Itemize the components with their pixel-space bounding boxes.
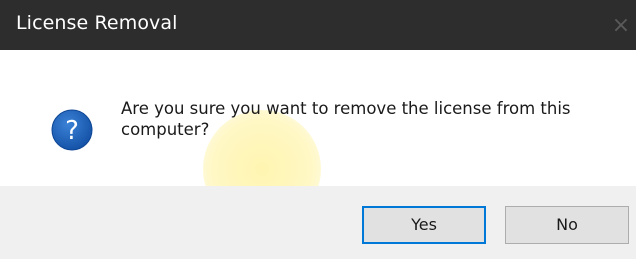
yes-button[interactable]: Yes xyxy=(362,206,486,244)
dialog-content: ? Are you sure you want to remove the li… xyxy=(0,50,636,228)
question-icon: ? xyxy=(51,109,93,151)
close-icon[interactable]: × xyxy=(608,13,634,39)
license-removal-dialog: License Removal × ? Are you sure you wan… xyxy=(0,0,636,259)
confirmation-message: Are you sure you want to remove the lice… xyxy=(121,99,571,139)
button-bar: Yes No xyxy=(0,186,636,259)
window-title: License Removal xyxy=(16,12,178,34)
no-button[interactable]: No xyxy=(505,206,629,244)
title-bar[interactable]: License Removal × xyxy=(0,0,636,50)
svg-text:?: ? xyxy=(65,116,79,146)
